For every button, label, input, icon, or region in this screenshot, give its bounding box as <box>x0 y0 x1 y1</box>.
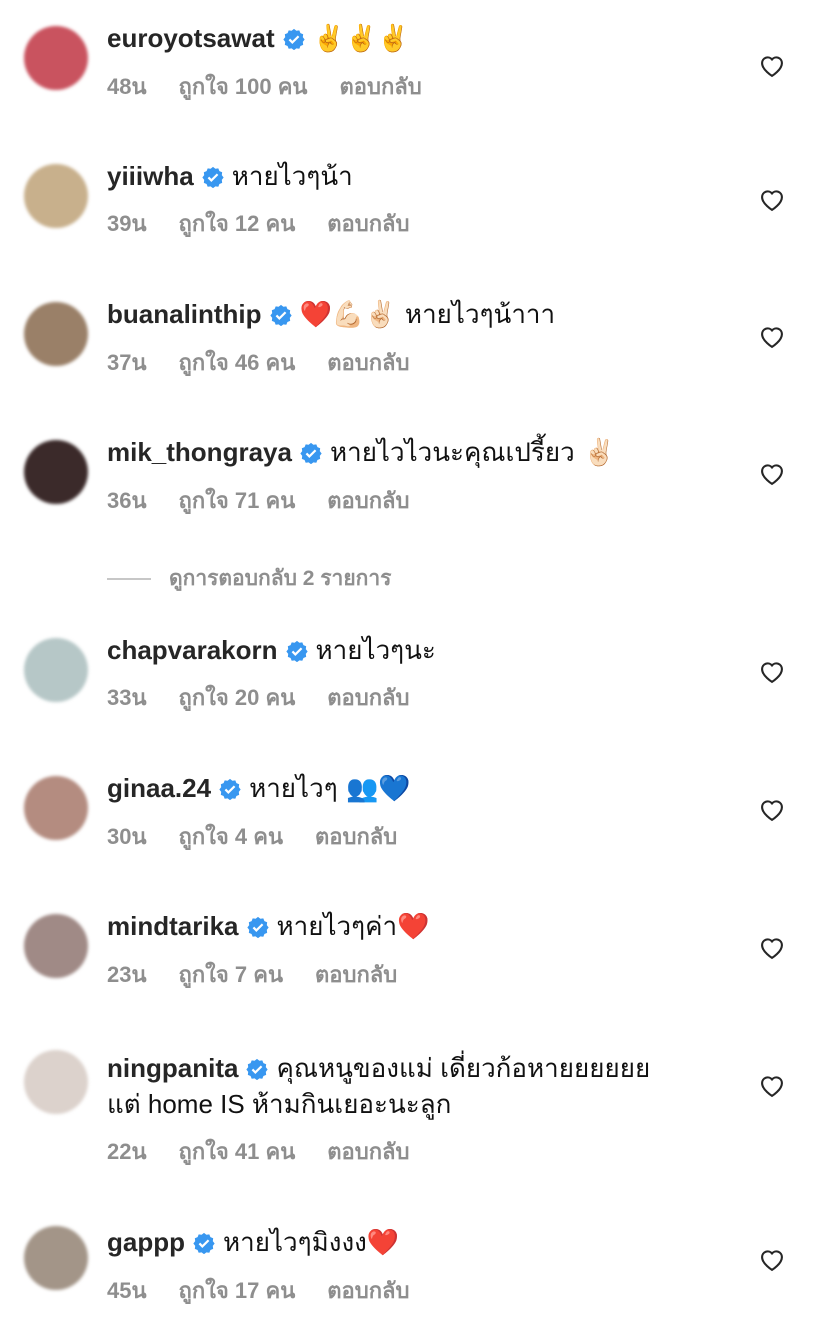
username[interactable]: gappp <box>107 1227 185 1257</box>
reply-button[interactable]: ตอบกลับ <box>327 350 409 375</box>
comment-text: คุณหนูของแม่ เดี่ยวก้อหายยยยยย <box>276 1053 651 1083</box>
comment-text: หายไวๆ 👥💙 <box>249 774 411 804</box>
heart-icon[interactable] <box>758 52 786 80</box>
avatar[interactable] <box>24 914 88 978</box>
comment-content: euroyotsawat ✌️✌️✌️ 48น ถูกใจ 100 คน ตอบกลั… <box>107 22 707 104</box>
avatar[interactable] <box>24 164 88 228</box>
comment-text-line-2: แต่ home IS ห้ามกินเยอะนะลูก <box>107 1089 452 1119</box>
like-count[interactable]: ถูกใจ 41 คน <box>179 1139 296 1164</box>
verified-badge-icon <box>300 442 322 464</box>
comment-time: 36น <box>107 488 147 513</box>
reply-button[interactable]: ตอบกลับ <box>327 1278 409 1303</box>
avatar[interactable] <box>24 26 88 90</box>
comment-content: ningpanita คุณหนูของแม่ เดี่ยวก้อหายยยยยย… <box>107 1052 707 1169</box>
like-count[interactable]: ถูกใจ 100 คน <box>179 74 308 99</box>
reply-button[interactable]: ตอบกลับ <box>315 962 397 987</box>
avatar[interactable] <box>24 776 88 840</box>
comment-content: gappp หายไวๆมิงงง❤️ 45น ถูกใจ 17 คน ตอบกลับ <box>107 1226 707 1308</box>
avatar[interactable] <box>24 1226 88 1290</box>
comment-time: 30น <box>107 824 147 849</box>
reply-button[interactable]: ตอบกลับ <box>327 488 409 513</box>
avatar[interactable] <box>24 1050 88 1114</box>
username[interactable]: ginaa.24 <box>107 773 211 803</box>
comment-content: mindtarika หายไวๆค่า❤️ 23น ถูกใจ 7 คน ตอบกล… <box>107 910 707 992</box>
view-replies-label: ดูการตอบกลับ 2 รายการ <box>169 567 392 590</box>
verified-badge-icon <box>246 1058 269 1080</box>
verified-badge-icon <box>285 640 308 662</box>
comment-text: หายไวไวนะคุณเปรี้ยว ✌🏻 <box>329 438 616 468</box>
reply-button[interactable]: ตอบกลับ <box>327 211 409 236</box>
comment-content: mik_thongraya หายไวไวนะคุณเปรี้ยว ✌🏻 36น ถ… <box>107 436 707 518</box>
heart-icon[interactable] <box>758 186 786 214</box>
comment-time: 37น <box>107 350 147 375</box>
heart-icon[interactable] <box>758 1246 786 1274</box>
username[interactable]: euroyotsawat <box>107 23 275 53</box>
comment-time: 33น <box>107 685 147 710</box>
comment-text: ✌️✌️✌️ <box>312 24 410 54</box>
comment-time: 45น <box>107 1278 147 1303</box>
username[interactable]: ningpanita <box>107 1053 238 1083</box>
comment-text: ❤️💪🏻✌🏻 หายไวๆน้าาา <box>299 300 556 330</box>
like-count[interactable]: ถูกใจ 17 คน <box>179 1278 296 1303</box>
verified-badge-icon <box>269 304 292 326</box>
like-count[interactable]: ถูกใจ 46 คน <box>179 350 296 375</box>
username[interactable]: yiiiwha <box>107 161 194 191</box>
reply-button[interactable]: ตอบกลับ <box>339 74 421 99</box>
comment-content: yiiiwha หายไวๆน้า 39น ถูกใจ 12 คน ตอบกลับ <box>107 160 707 241</box>
avatar[interactable] <box>24 440 88 504</box>
avatar[interactable] <box>24 302 88 366</box>
comment-text: หายไวๆค่า❤️ <box>276 912 430 942</box>
comment-time: 23น <box>107 962 147 987</box>
comment-time: 22น <box>107 1139 147 1164</box>
view-replies-button[interactable]: ดูการตอบกลับ 2 รายการ <box>107 562 391 595</box>
like-count[interactable]: ถูกใจ 20 คน <box>179 685 296 710</box>
username[interactable]: chapvarakorn <box>107 635 278 665</box>
comment-content: buanalinthip ❤️💪🏻✌🏻 หายไวๆน้าาา 37น ถูกใจ … <box>107 298 707 380</box>
heart-icon[interactable] <box>758 460 786 488</box>
heart-icon[interactable] <box>758 1072 786 1100</box>
comment-text: หายไวๆน้า <box>231 161 353 191</box>
comment-time: 48น <box>107 74 147 99</box>
heart-icon[interactable] <box>758 323 786 351</box>
comment-text: หายไวๆมิงงง❤️ <box>223 1228 400 1258</box>
heart-icon[interactable] <box>758 658 786 686</box>
heart-icon[interactable] <box>758 934 786 962</box>
verified-badge-icon <box>202 166 224 188</box>
verified-badge-icon <box>219 778 241 800</box>
avatar[interactable] <box>24 638 88 702</box>
verified-badge-icon <box>282 28 305 50</box>
comment-content: ginaa.24 หายไวๆ 👥💙 30น ถูกใจ 4 คน ตอบกลับ <box>107 772 707 854</box>
comment-time: 39น <box>107 211 147 236</box>
verified-badge-icon <box>193 1232 215 1254</box>
username[interactable]: buanalinthip <box>107 299 262 329</box>
verified-badge-icon <box>246 916 269 938</box>
reply-button[interactable]: ตอบกลับ <box>327 1139 409 1164</box>
heart-icon[interactable] <box>758 796 786 824</box>
like-count[interactable]: ถูกใจ 4 คน <box>179 824 284 849</box>
divider <box>107 578 151 581</box>
like-count[interactable]: ถูกใจ 12 คน <box>179 211 296 236</box>
reply-button[interactable]: ตอบกลับ <box>315 824 397 849</box>
reply-button[interactable]: ตอบกลับ <box>327 685 409 710</box>
like-count[interactable]: ถูกใจ 71 คน <box>179 488 296 513</box>
username[interactable]: mik_thongraya <box>107 437 292 467</box>
username[interactable]: mindtarika <box>107 911 239 941</box>
comment-text: หายไวๆนะ <box>315 635 436 665</box>
like-count[interactable]: ถูกใจ 7 คน <box>179 962 284 987</box>
comment-content: chapvarakorn หายไวๆนะ 33น ถูกใจ 20 คน ตอบกล… <box>107 634 707 715</box>
